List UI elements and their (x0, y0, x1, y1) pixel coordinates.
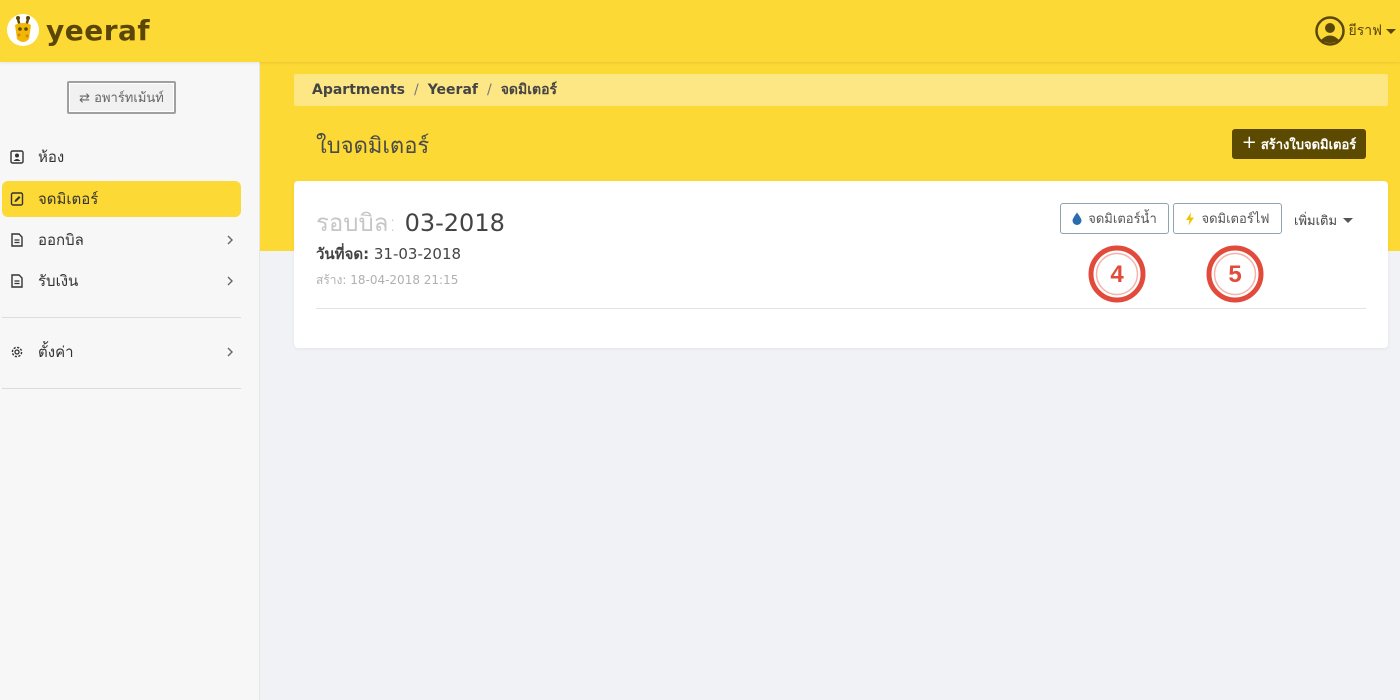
user-avatar-icon (1314, 16, 1345, 46)
breadcrumb-item[interactable]: Apartments (312, 82, 405, 98)
apartment-switch-button[interactable]: ⇄ อพาร์ทเม้นท์ (67, 81, 176, 114)
contact-card-icon (10, 150, 24, 164)
sidebar-item-label: ออกบิล (38, 231, 84, 249)
read-date-label: วันที่จด: (316, 245, 370, 263)
sidebar-item-rooms[interactable]: ห้อง (2, 139, 241, 175)
sidebar-divider (2, 388, 241, 389)
sidebar-item-label: รับเงิน (38, 272, 79, 290)
lightning-bolt-icon (1186, 212, 1195, 225)
sidebar: ⇄ อพาร์ทเม้นท์ ห้อง จดมิเตอร์ ออกบิล รับ… (0, 62, 260, 700)
edit-document-icon (10, 192, 24, 206)
water-meter-label: จดมิเตอร์น้ำ (1088, 212, 1157, 227)
chevron-right-icon (227, 276, 233, 286)
sidebar-item-billing[interactable]: ออกบิล (2, 222, 241, 258)
user-name: ยีราฟ (1348, 23, 1383, 39)
sidebar-divider (2, 317, 241, 318)
top-navbar: yeeraf ยีราฟ (0, 0, 1400, 62)
step-marker-4: 4 (1088, 245, 1146, 303)
create-button-label: สร้างใบจดมิเตอร์ (1260, 137, 1357, 153)
card-divider (316, 308, 1366, 309)
chevron-right-icon (227, 347, 233, 357)
user-menu[interactable]: ยีราฟ (1314, 16, 1396, 46)
plus-icon: + (1241, 132, 1257, 153)
sidebar-item-label: ตั้งค่า (38, 343, 74, 361)
caret-down-icon (1386, 28, 1396, 34)
sidebar-item-payment[interactable]: รับเงิน (2, 263, 241, 299)
breadcrumb-item[interactable]: Yeeraf (428, 82, 478, 98)
sidebar-item-label: จดมิเตอร์ (38, 190, 99, 208)
chevron-right-icon (227, 235, 233, 245)
breadcrumb-separator: / (413, 82, 419, 98)
step-marker-5: 5 (1206, 245, 1264, 303)
sidebar-item-label: ห้อง (38, 148, 65, 166)
billing-cycle-label: รอบบิล: (316, 209, 397, 237)
electric-meter-label: จดมิเตอร์ไฟ (1201, 212, 1270, 227)
billing-cycle-value: 03-2018 (404, 209, 505, 237)
sidebar-item-meter-reading[interactable]: จดมิเตอร์ (2, 181, 241, 217)
marker-number: 4 (1110, 261, 1124, 288)
brand[interactable]: yeeraf (6, 10, 150, 50)
breadcrumb-current: จดมิเตอร์ (500, 82, 558, 98)
giraffe-logo-icon (7, 14, 39, 46)
read-date: วันที่จด: 31-03-2018 (316, 242, 461, 266)
document-icon (11, 274, 23, 288)
gear-icon (11, 346, 23, 358)
create-meter-sheet-button[interactable]: + สร้างใบจดมิเตอร์ (1232, 129, 1366, 159)
more-dropdown[interactable]: เพิ่มเติม (1294, 210, 1354, 231)
apartment-switch-label: ⇄ อพาร์ทเม้นท์ (79, 91, 164, 106)
page-title: ใบจดมิเตอร์ (316, 134, 430, 159)
marker-number: 5 (1228, 261, 1241, 288)
brand-name: yeeraf (46, 13, 151, 47)
billing-cycle: รอบบิล: 03-2018 (316, 203, 505, 242)
breadcrumb-separator: / (487, 82, 492, 98)
caret-down-icon (1343, 218, 1354, 223)
electric-meter-button[interactable]: จดมิเตอร์ไฟ (1173, 203, 1282, 234)
read-date-value: 31-03-2018 (373, 245, 462, 263)
document-icon (11, 233, 23, 247)
created-timestamp: สร้าง: 18-04-2018 21:15 (316, 273, 459, 287)
more-label: เพิ่มเติม (1294, 214, 1338, 229)
breadcrumb: Apartments / Yeeraf / จดมิเตอร์ (294, 74, 1388, 106)
water-meter-button[interactable]: จดมิเตอร์น้ำ (1060, 203, 1169, 234)
sidebar-item-settings[interactable]: ตั้งค่า (2, 334, 241, 370)
water-drop-icon (1072, 212, 1082, 225)
